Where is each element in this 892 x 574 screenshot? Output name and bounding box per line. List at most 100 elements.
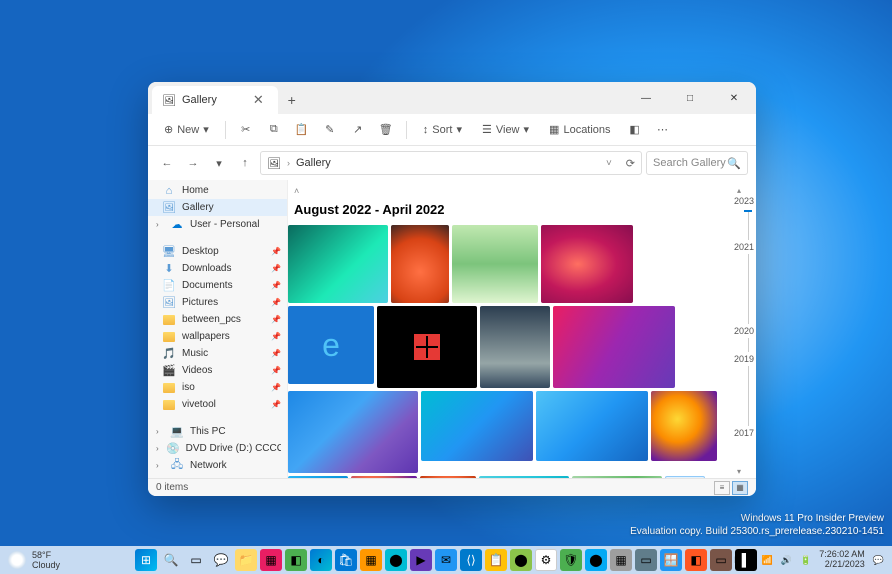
thumbnail[interactable] [288, 391, 418, 473]
start-button[interactable]: ⊞ [135, 549, 157, 571]
scroll-up-icon[interactable]: ▴ [737, 186, 741, 195]
address-bar[interactable]: 🖼 › Gallery ˅ ⟳ [260, 151, 642, 175]
paste-icon[interactable]: 📋 [290, 120, 314, 139]
thumbnail[interactable] [536, 391, 648, 461]
close-tab-icon[interactable]: ✕ [253, 92, 264, 108]
sidebar-item-user[interactable]: ›☁User - Personal [148, 216, 287, 233]
clock[interactable]: 7:26:02 AM 2/21/2023 [819, 550, 865, 570]
sidebar-item-pictures[interactable]: 🖼Pictures📌 [148, 294, 287, 311]
copy-icon[interactable]: ⧉ [262, 120, 286, 139]
thumbnail[interactable] [421, 391, 533, 461]
edge-icon[interactable]: ◐ [310, 549, 332, 571]
scroll-down-icon[interactable]: ▾ [737, 467, 741, 476]
delete-icon[interactable]: 🗑 [374, 120, 398, 139]
app-icon[interactable]: ▦ [360, 549, 382, 571]
thumbnail[interactable] [541, 225, 633, 303]
expand-icon[interactable]: › [156, 461, 164, 470]
sidebar-item-iso[interactable]: iso📌 [148, 379, 287, 396]
app-icon[interactable]: ◧ [285, 549, 307, 571]
maximize-button[interactable]: □ [668, 82, 712, 114]
app-icon[interactable]: 🪟 [660, 549, 682, 571]
app-icon[interactable]: ✉ [435, 549, 457, 571]
notifications-icon[interactable]: 💬 [873, 555, 884, 566]
thumbnail[interactable] [377, 306, 477, 388]
explorer-icon[interactable]: 📁 [235, 549, 257, 571]
dropdown-icon[interactable]: ˅ [606, 158, 612, 169]
app-icon[interactable]: ⬤ [510, 549, 532, 571]
weather-widget[interactable]: 58°F Cloudy [8, 550, 60, 570]
sort-button[interactable]: ↕ Sort ▾ [415, 120, 470, 139]
task-view-icon[interactable]: ▭ [185, 549, 207, 571]
back-button[interactable]: ← [156, 152, 178, 174]
collapse-icon[interactable]: ˄ [294, 186, 299, 196]
thumbnail[interactable] [480, 306, 550, 388]
sidebar-item-dvd[interactable]: ›💿DVD Drive (D:) CCCOMA_X64FRE_EN-US [148, 440, 287, 457]
chevron-down-icon[interactable]: ▾ [208, 152, 230, 174]
thumbnail[interactable] [452, 225, 538, 303]
expand-icon[interactable]: › [156, 220, 164, 229]
volume-icon[interactable]: 🔊 [781, 555, 792, 566]
app-icon[interactable]: ▭ [710, 549, 732, 571]
expand-icon[interactable]: › [156, 427, 164, 436]
locations-button[interactable]: ▦ Locations [541, 120, 619, 139]
timeline-year[interactable]: 2017 [734, 428, 754, 438]
sidebar-item-videos[interactable]: 🎬Videos📌 [148, 362, 287, 379]
app-icon[interactable]: ▦ [260, 549, 282, 571]
search-input[interactable]: Search Gallery 🔍 [646, 151, 748, 175]
titlebar[interactable]: 🖼 Gallery ✕ + — □ ✕ [148, 82, 756, 114]
thumbnail[interactable] [288, 225, 388, 303]
network-icon[interactable]: 📶 [762, 555, 773, 566]
sidebar-item-gallery[interactable]: 🖼Gallery [148, 199, 287, 216]
close-button[interactable]: ✕ [712, 82, 756, 114]
sidebar-item-wallpapers[interactable]: wallpapers📌 [148, 328, 287, 345]
cut-icon[interactable]: ✂ [234, 120, 258, 139]
sidebar-item-this-pc[interactable]: ›💻This PC [148, 423, 287, 440]
navigation-pane[interactable]: ⌂Home 🖼Gallery ›☁User - Personal 🖥Deskto… [148, 180, 288, 478]
app-icon[interactable]: 🛡 [560, 549, 582, 571]
thumbnail[interactable] [553, 306, 675, 388]
sidebar-item-between-pcs[interactable]: between_pcs📌 [148, 311, 287, 328]
thumbnail[interactable]: e [288, 306, 374, 384]
sidebar-item-desktop[interactable]: 🖥Desktop📌 [148, 243, 287, 260]
app-icon[interactable]: ▦ [610, 549, 632, 571]
sidebar-item-documents[interactable]: 📄Documents📌 [148, 277, 287, 294]
timeline-year[interactable]: 2021 [734, 242, 754, 252]
minimize-button[interactable]: — [624, 82, 668, 114]
vscode-icon[interactable]: ⟨⟩ [460, 549, 482, 571]
thumbnails-view-button[interactable]: ▦ [732, 481, 748, 495]
sidebar-item-home[interactable]: ⌂Home [148, 182, 287, 199]
thumbnail[interactable] [391, 225, 449, 303]
taskbar[interactable]: 58°F Cloudy ⊞ 🔍 ▭ 💬 📁 ▦ ◧ ◐ 🛍 ▦ ⬤ ▶ ✉ ⟨⟩… [0, 546, 892, 574]
app-icon[interactable]: ▶ [410, 549, 432, 571]
widgets-icon[interactable]: 💬 [210, 549, 232, 571]
thumbnail[interactable] [651, 391, 717, 461]
battery-icon[interactable]: 🔋 [800, 555, 811, 566]
view-button[interactable]: ☰ View ▾ [474, 120, 537, 139]
expand-icon[interactable]: › [156, 444, 160, 453]
refresh-icon[interactable]: ⟳ [626, 157, 635, 170]
forward-button[interactable]: → [182, 152, 204, 174]
background-icon[interactable]: ◧ [623, 120, 647, 139]
gallery-grid[interactable]: ˄ August 2022 - April 2022 e [288, 180, 722, 478]
sidebar-item-music[interactable]: 🎵Music📌 [148, 345, 287, 362]
app-icon[interactable]: ▭ [635, 549, 657, 571]
more-icon[interactable]: ⋯ [651, 120, 675, 139]
store-icon[interactable]: 🛍 [335, 549, 357, 571]
app-icon[interactable]: ◧ [685, 549, 707, 571]
new-button[interactable]: ⊕ New ▾ [156, 120, 217, 139]
sidebar-item-network[interactable]: ›🖧Network [148, 457, 287, 474]
rename-icon[interactable]: ✎ [318, 120, 342, 139]
timeline-year[interactable]: 2019 [734, 354, 754, 364]
search-icon[interactable]: 🔍 [160, 549, 182, 571]
timeline-year[interactable]: 2023 [734, 196, 754, 206]
app-icon[interactable]: 📋 [485, 549, 507, 571]
up-button[interactable]: ↑ [234, 152, 256, 174]
app-icon[interactable]: ⬤ [585, 549, 607, 571]
timeline-scrubber[interactable]: ▴ 2023 2021 2020 2019 2017 ▾ [722, 180, 756, 478]
new-tab-button[interactable]: + [278, 86, 306, 114]
app-icon[interactable]: ⚙ [535, 549, 557, 571]
sidebar-item-vivetool[interactable]: vivetool📌 [148, 396, 287, 413]
sidebar-item-downloads[interactable]: ⬇Downloads📌 [148, 260, 287, 277]
timeline-year[interactable]: 2020 [734, 326, 754, 336]
tab-gallery[interactable]: 🖼 Gallery ✕ [152, 86, 278, 114]
